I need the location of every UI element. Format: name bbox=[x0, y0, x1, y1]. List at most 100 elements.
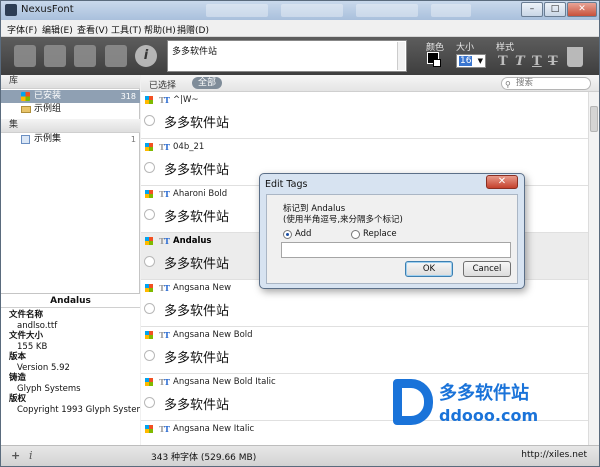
sidebar-item-example-group[interactable]: 示例组 bbox=[1, 103, 140, 116]
search-input[interactable]: ⚲ 搜索 bbox=[501, 77, 591, 90]
library-header: 库 bbox=[1, 75, 140, 89]
tags-input[interactable] bbox=[281, 242, 511, 258]
trash-icon[interactable] bbox=[567, 47, 583, 67]
replace-radio-label: Replace bbox=[363, 229, 397, 239]
watermark-logo: 多多软件站 ddooo.com bbox=[393, 379, 553, 437]
font-sample: 多多软件站 bbox=[164, 257, 230, 272]
truetype-icon: TT bbox=[159, 330, 170, 340]
size-label: 大小 bbox=[456, 43, 475, 53]
menu-donate[interactable]: 捐赠(D) bbox=[177, 23, 209, 36]
add-folder-icon[interactable] bbox=[44, 45, 66, 67]
windows-logo-icon bbox=[145, 425, 153, 433]
maximize-button[interactable]: □ bbox=[544, 2, 566, 17]
dialog-close-button[interactable]: ✕ bbox=[486, 175, 518, 189]
font-name: Angsana New Bold bbox=[173, 330, 253, 340]
add-radio[interactable]: Add bbox=[283, 229, 311, 239]
windows-logo-icon bbox=[145, 96, 153, 104]
font-select-radio[interactable] bbox=[144, 397, 155, 408]
font-select-radio[interactable] bbox=[144, 350, 155, 361]
filter-selected-tab[interactable]: 已选择 bbox=[149, 78, 176, 91]
title-bar: NexusFont – □ ✕ bbox=[1, 1, 599, 20]
font-select-radio[interactable] bbox=[144, 303, 155, 314]
underline-style-button[interactable]: T bbox=[532, 54, 542, 69]
info-value: andlso.ttf bbox=[17, 320, 58, 331]
font-select-radio[interactable] bbox=[144, 115, 155, 126]
font-set-icon bbox=[21, 135, 30, 144]
size-select[interactable]: 16 ▼ bbox=[456, 54, 486, 68]
font-select-radio[interactable] bbox=[144, 162, 155, 173]
cancel-button[interactable]: Cancel bbox=[463, 261, 511, 277]
background-taskbar-item bbox=[431, 4, 471, 17]
windows-logo-icon bbox=[145, 237, 153, 245]
lock-icon[interactable] bbox=[105, 45, 127, 67]
background-taskbar-item bbox=[281, 4, 343, 17]
folder-icon[interactable] bbox=[74, 45, 96, 67]
font-sample: 多多软件站 bbox=[164, 398, 230, 413]
font-name: Andalus bbox=[173, 236, 212, 246]
minimize-button[interactable]: – bbox=[521, 2, 543, 17]
font-select-radio[interactable] bbox=[144, 256, 155, 267]
font-list-scrollbar[interactable] bbox=[588, 92, 599, 445]
background-color-swatch[interactable] bbox=[433, 59, 441, 67]
watermark-cn: 多多软件站 bbox=[439, 383, 529, 404]
preview-scrollbar[interactable] bbox=[397, 42, 405, 70]
font-name: Angsana New Italic bbox=[173, 424, 255, 434]
close-button[interactable]: ✕ bbox=[567, 2, 597, 17]
print-icon[interactable] bbox=[14, 45, 36, 67]
example-set-count: 1 bbox=[130, 135, 136, 144]
menu-tools[interactable]: 工具(T) bbox=[111, 23, 142, 36]
info-key: 文件名称 bbox=[9, 310, 44, 320]
font-info-panel: Andalus 文件名称 andlso.ttf 文件大小 155 KB 版本 V… bbox=[1, 293, 140, 445]
background-taskbar-item bbox=[206, 4, 268, 17]
preview-text-input[interactable]: 多多软件站 bbox=[167, 40, 407, 72]
info-icon[interactable]: i bbox=[135, 45, 157, 67]
bold-style-button[interactable]: T bbox=[498, 54, 508, 69]
size-value: 16 bbox=[459, 56, 473, 66]
strikethrough-style-button[interactable]: T bbox=[548, 54, 558, 69]
nexusfont-window: NexusFont – □ ✕ 字体(F) 编辑(E) 查看(V) 工具(T) … bbox=[0, 0, 600, 467]
info-key: 版权 bbox=[9, 394, 27, 404]
font-name: Angsana New Bold Italic bbox=[173, 377, 276, 387]
menu-view[interactable]: 查看(V) bbox=[77, 23, 108, 36]
font-sample: 多多软件站 bbox=[164, 351, 230, 366]
truetype-icon: TT bbox=[159, 95, 170, 105]
filter-bar: 已选择 全部 ⚲ 搜索 bbox=[141, 75, 599, 92]
app-title: NexusFont bbox=[21, 4, 74, 15]
windows-logo-icon bbox=[145, 190, 153, 198]
windows-logo-icon bbox=[21, 92, 30, 101]
scrollbar-thumb[interactable] bbox=[590, 106, 598, 132]
font-name: ^|W~ bbox=[173, 95, 199, 105]
filter-all-tab[interactable]: 全部 bbox=[192, 77, 223, 89]
radio-dot-icon bbox=[351, 230, 360, 239]
watermark-en: ddooo.com bbox=[439, 406, 539, 425]
truetype-icon: TT bbox=[159, 142, 170, 152]
search-icon: ⚲ bbox=[505, 80, 511, 89]
italic-style-button[interactable]: T bbox=[515, 54, 525, 69]
font-row[interactable]: TT ^|W~ 多多软件站 bbox=[141, 92, 588, 139]
truetype-icon: TT bbox=[159, 424, 170, 434]
dialog-body: 标记到 Andalus (使用半角逗号,来分隔多个标记) Add Replace… bbox=[266, 194, 518, 284]
font-row[interactable]: TT Angsana New Bold 多多软件站 bbox=[141, 327, 588, 374]
toolbar: i 多多软件站 颜色 大小 16 ▼ 样式 T T T T bbox=[1, 37, 599, 75]
sidebar-item-example-set[interactable]: 示例集 1 bbox=[1, 133, 140, 146]
menu-help[interactable]: 帮助(H) bbox=[144, 23, 176, 36]
add-icon[interactable]: + bbox=[11, 449, 20, 462]
truetype-icon: TT bbox=[159, 377, 170, 387]
replace-radio[interactable]: Replace bbox=[351, 229, 397, 239]
tag-hint-label: (使用半角逗号,来分隔多个标记) bbox=[283, 215, 403, 225]
menu-bar: 字体(F) 编辑(E) 查看(V) 工具(T) 帮助(H) 捐赠(D) bbox=[1, 20, 599, 37]
truetype-icon: TT bbox=[159, 283, 170, 293]
font-count-status: 343 种字体 (529.66 MB) bbox=[151, 453, 257, 463]
chevron-down-icon: ▼ bbox=[477, 57, 483, 65]
folder-icon bbox=[21, 106, 31, 113]
website-link[interactable]: http://xiles.net bbox=[521, 450, 587, 460]
windows-logo-icon bbox=[145, 143, 153, 151]
font-name: Aharoni Bold bbox=[173, 189, 228, 199]
sidebar-item-installed[interactable]: 已安装 318 bbox=[1, 90, 140, 103]
ok-button[interactable]: OK bbox=[405, 261, 453, 277]
font-name: 04b_21 bbox=[173, 142, 205, 152]
menu-font[interactable]: 字体(F) bbox=[7, 23, 37, 36]
menu-edit[interactable]: 编辑(E) bbox=[42, 23, 73, 36]
info-icon[interactable]: i bbox=[29, 449, 33, 462]
font-select-radio[interactable] bbox=[144, 209, 155, 220]
